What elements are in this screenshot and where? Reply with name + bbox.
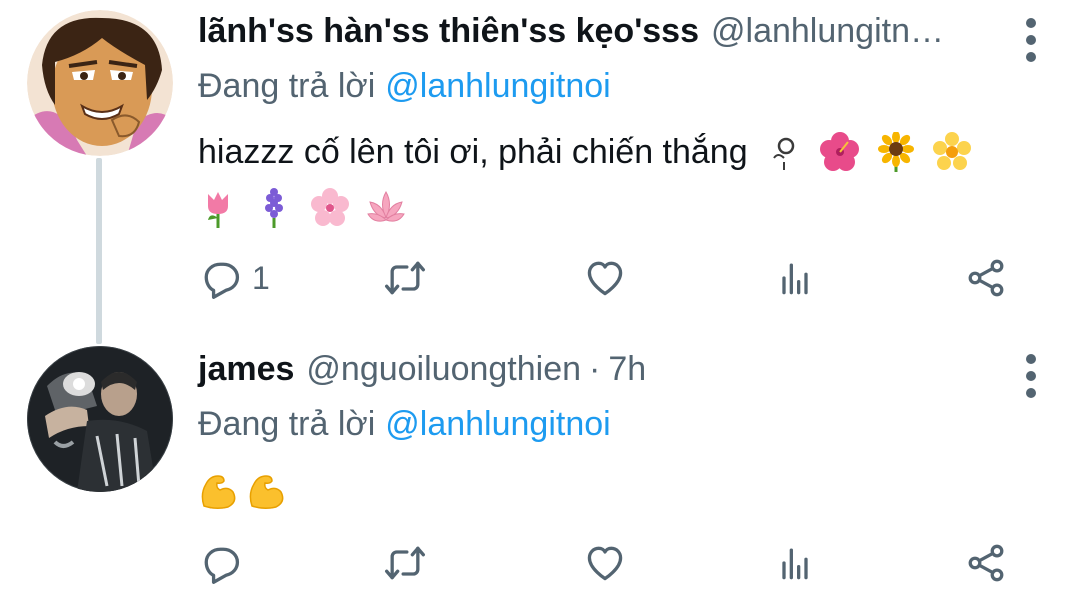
tweet-actions: 1 bbox=[198, 248, 1018, 308]
share-button[interactable] bbox=[964, 533, 1008, 593]
replying-prefix: Đang trả lời bbox=[198, 405, 376, 443]
mention-link[interactable]: @lanhlungitnoi bbox=[385, 405, 610, 443]
timestamp[interactable]: 7h bbox=[608, 350, 646, 389]
more-options-icon[interactable] bbox=[1026, 354, 1036, 398]
more-options-icon[interactable] bbox=[1026, 18, 1036, 62]
analytics-button[interactable] bbox=[773, 533, 817, 593]
hyacinth-emoji-icon bbox=[265, 188, 283, 228]
retweet-button[interactable] bbox=[383, 533, 427, 593]
retweet-icon bbox=[385, 546, 425, 580]
sunflower-emoji-icon bbox=[877, 132, 914, 172]
share-icon bbox=[968, 259, 1004, 297]
reply-icon bbox=[204, 262, 240, 299]
user-handle[interactable]: @nguoiluongthien bbox=[306, 350, 581, 389]
retweet-icon bbox=[385, 261, 425, 295]
tweet-body: james @nguoiluongthien · 7h Đang trả lời… bbox=[198, 350, 1020, 518]
thread-line bbox=[96, 158, 102, 344]
flexed-biceps-emoji-icon bbox=[249, 475, 284, 510]
flexed-biceps-emoji-icon bbox=[201, 475, 236, 510]
replying-prefix: Đang trả lời bbox=[198, 67, 376, 105]
mention-link[interactable]: @lanhlungitnoi bbox=[385, 67, 610, 105]
retweet-button[interactable] bbox=[383, 248, 427, 308]
hibiscus-emoji-icon bbox=[819, 132, 859, 171]
reply-icon bbox=[204, 547, 240, 584]
analytics-icon bbox=[782, 263, 808, 295]
blossom-emoji-icon bbox=[932, 132, 971, 170]
avatar[interactable] bbox=[27, 10, 173, 156]
rosette-emoji-icon bbox=[772, 137, 794, 170]
tweet-text bbox=[198, 462, 1018, 518]
user-handle[interactable]: @lanhlungitn… bbox=[711, 12, 944, 51]
tweet-text-content: hiazzz cố lên tôi ơi, phải chiến thắng bbox=[198, 133, 748, 171]
display-name[interactable]: james bbox=[198, 350, 294, 389]
tulip-emoji-icon bbox=[208, 192, 228, 228]
lotus-emoji-icon bbox=[367, 191, 405, 222]
replying-to: Đang trả lời @lanhlungitnoi bbox=[198, 400, 1020, 448]
tweet-header: lãnh'ss hàn'ss thiên'ss kẹo'sss @lanhlun… bbox=[198, 12, 1020, 62]
replying-to: Đang trả lời @lanhlungitnoi bbox=[198, 62, 1020, 110]
heart-icon bbox=[587, 546, 623, 581]
cherry-blossom-emoji-icon bbox=[311, 188, 349, 226]
share-icon bbox=[968, 544, 1004, 582]
analytics-button[interactable] bbox=[773, 248, 817, 308]
reply-button[interactable] bbox=[198, 533, 242, 593]
share-button[interactable] bbox=[964, 248, 1008, 308]
tweet-text: hiazzz cố lên tôi ơi, phải chiến thắng bbox=[198, 124, 1018, 236]
avatar[interactable] bbox=[27, 346, 173, 492]
display-name[interactable]: lãnh'ss hàn'ss thiên'ss kẹo'sss bbox=[198, 12, 699, 51]
heart-icon bbox=[587, 261, 623, 296]
tweet-actions bbox=[198, 533, 1018, 593]
reply-button[interactable]: 1 bbox=[198, 248, 270, 308]
emoji-row-2 bbox=[198, 180, 1018, 236]
tweet-header: james @nguoiluongthien · 7h bbox=[198, 350, 1020, 400]
like-button[interactable] bbox=[583, 248, 627, 308]
tweet-body: lãnh'ss hàn'ss thiên'ss kẹo'sss @lanhlun… bbox=[198, 12, 1020, 236]
tweet-1[interactable]: lãnh'ss hàn'ss thiên'ss kẹo'sss @lanhlun… bbox=[0, 0, 1080, 344]
reply-count: 1 bbox=[252, 259, 270, 296]
like-button[interactable] bbox=[583, 533, 627, 593]
separator: · bbox=[589, 350, 601, 388]
analytics-icon bbox=[782, 548, 808, 580]
tweet-2[interactable]: james @nguoiluongthien · 7h Đang trả lời… bbox=[0, 330, 1080, 600]
